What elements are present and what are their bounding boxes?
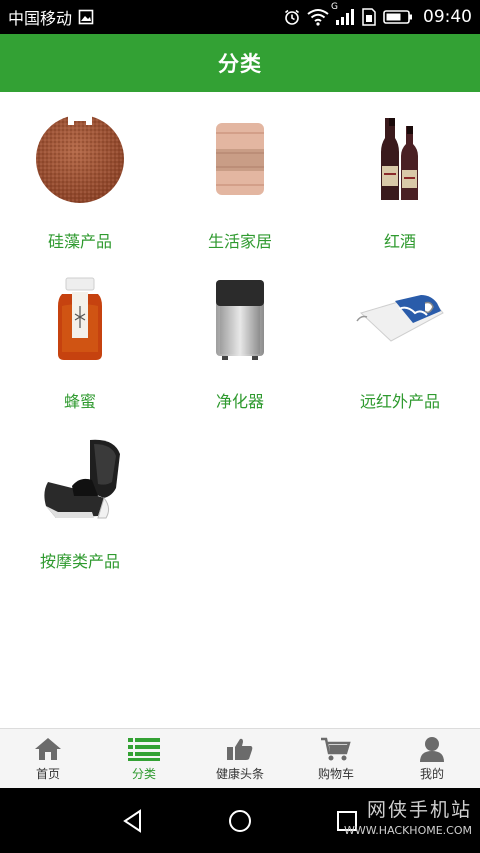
- tab-category[interactable]: 分类: [96, 729, 192, 788]
- category-item-wine[interactable]: 红酒: [320, 92, 480, 252]
- honey-jar-icon: [30, 270, 130, 368]
- clock-time: 09:40: [423, 7, 472, 27]
- image-notification-icon: [78, 9, 94, 25]
- network-type-label: G: [331, 2, 338, 12]
- tab-label: 我的: [419, 767, 444, 781]
- category-label: 红酒: [383, 232, 416, 251]
- heating-pad-icon: [350, 270, 450, 368]
- battery-icon: [383, 9, 413, 25]
- app-header: 分类: [0, 34, 480, 92]
- user-icon: [415, 735, 449, 763]
- category-label: 生活家居: [207, 232, 272, 251]
- tab-home[interactable]: 首页: [0, 729, 96, 788]
- category-item-massage[interactable]: 按摩类产品: [0, 412, 160, 572]
- carrier-name: 中国移动: [8, 9, 73, 28]
- category-label: 蜂蜜: [63, 392, 96, 411]
- back-triangle-icon: [123, 808, 142, 833]
- category-item-honey[interactable]: 蜂蜜: [0, 252, 160, 412]
- tab-cart[interactable]: 购物车: [288, 729, 384, 788]
- category-item-purifier[interactable]: 净化器: [160, 252, 320, 412]
- tab-label: 购物车: [317, 767, 354, 781]
- category-item-home-living[interactable]: 生活家居: [160, 92, 320, 252]
- watermark-url: WWW.HACKHOME.COM: [343, 824, 472, 837]
- category-label: 按摩类产品: [39, 552, 120, 571]
- category-label: 净化器: [215, 392, 264, 411]
- list-icon: [127, 735, 161, 763]
- air-purifier-icon: [190, 270, 290, 368]
- wine-bottles-icon: [350, 110, 450, 208]
- tab-profile[interactable]: 我的: [384, 729, 480, 788]
- cell-signal-icon: G: [331, 2, 355, 26]
- tab-label: 首页: [35, 767, 60, 781]
- category-label: 硅藻产品: [47, 232, 112, 251]
- category-item-diatom[interactable]: 硅藻产品: [0, 92, 160, 252]
- home-circle-icon: [228, 809, 251, 832]
- wifi-icon: [307, 8, 329, 26]
- status-left: 中国移动: [8, 5, 94, 29]
- tab-label: 健康头条: [215, 767, 264, 781]
- category-item-far-infrared[interactable]: 远红外产品: [320, 252, 480, 412]
- cart-icon: [319, 735, 353, 763]
- home-icon: [31, 735, 65, 763]
- diatom-disc-icon: [30, 110, 130, 208]
- watermark-name: 网侠手机站: [366, 799, 472, 821]
- towel-icon: [190, 110, 290, 208]
- back-button[interactable]: [113, 801, 153, 841]
- sim-card-icon: [361, 8, 377, 26]
- thumbs-up-icon: [223, 735, 257, 763]
- alarm-icon: [283, 8, 301, 26]
- page-title: 分类: [218, 52, 262, 76]
- category-label: 远红外产品: [359, 392, 440, 411]
- watermark: 网侠手机站 WWW.HACKHOME.COM: [344, 795, 472, 837]
- home-nav-button[interactable]: [220, 801, 260, 841]
- status-bar: 中国移动 G 09:40: [0, 0, 480, 34]
- tab-health-news[interactable]: 健康头条: [192, 729, 288, 788]
- tab-label: 分类: [131, 767, 156, 781]
- massage-chair-icon: [30, 430, 130, 528]
- bottom-tab-bar: 首页 分类 健康头条 购物车 我的: [0, 728, 480, 788]
- status-right: G 09:40: [283, 2, 472, 27]
